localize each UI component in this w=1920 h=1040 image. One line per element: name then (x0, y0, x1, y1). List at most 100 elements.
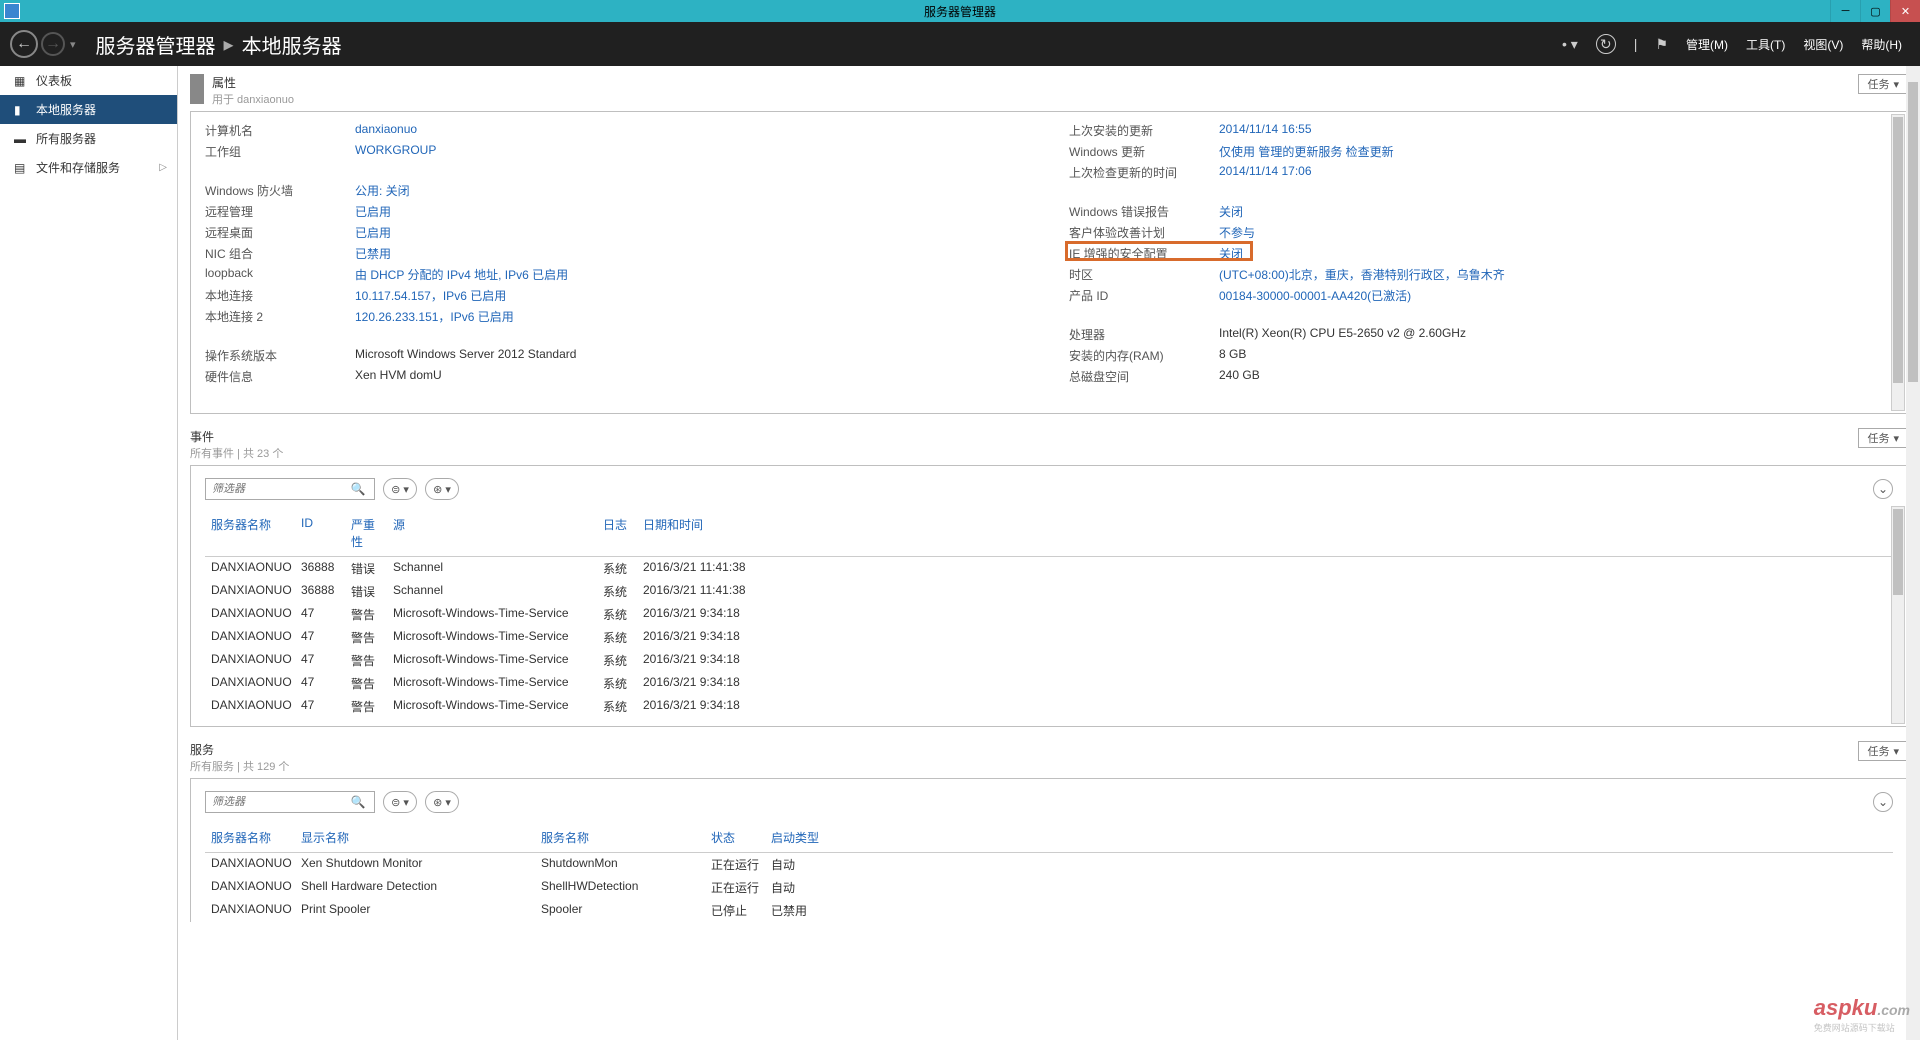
events-filter-field[interactable] (206, 483, 346, 495)
services-filter-save[interactable]: ⊛ ▾ (425, 791, 459, 813)
property-value[interactable]: 仅使用 管理的更新服务 检查更新 (1219, 143, 1394, 160)
property-row: 硬件信息Xen HVM domU (205, 366, 1029, 387)
property-value[interactable]: 2014/11/14 16:55 (1219, 122, 1312, 139)
events-tasks-button[interactable]: 任务 ▾ (1858, 428, 1908, 448)
event-row[interactable]: DANXIAONUO47警告Microsoft-Windows-Time-Ser… (205, 672, 1893, 695)
property-row: 工作组WORKGROUP (205, 141, 1029, 162)
header-dropdown-icon[interactable]: • ▾ (1562, 36, 1578, 53)
property-row: 时区(UTC+08:00)北京，重庆，香港特别行政区，乌鲁木齐 (1069, 264, 1893, 285)
properties-header: 属性 用于 danxiaonuo 任务 ▾ (190, 66, 1908, 111)
property-value[interactable]: 120.26.233.151，IPv6 已启用 (355, 308, 514, 325)
services-tasks-button[interactable]: 任务 ▾ (1858, 741, 1908, 761)
sidebar-item-label: 文件和存储服务 (36, 159, 120, 176)
refresh-icon[interactable]: ↻ (1596, 34, 1616, 54)
col-svcname[interactable]: 服务名称 (535, 827, 705, 848)
service-row[interactable]: DANXIAONUOPrint SpoolerSpooler已停止已禁用 (205, 899, 1893, 922)
main-scrollbar[interactable] (1906, 66, 1920, 1040)
close-button[interactable]: ✕ (1890, 0, 1920, 22)
property-value[interactable]: 00184-30000-00001-AA420(已激活) (1219, 287, 1411, 304)
property-value[interactable]: 已启用 (355, 203, 391, 220)
col-server[interactable]: 服务器名称 (205, 514, 295, 552)
events-filter-save[interactable]: ⊛ ▾ (425, 478, 459, 500)
search-icon[interactable]: 🔍 (346, 482, 370, 496)
events-scrollbar[interactable] (1891, 506, 1905, 724)
col-status[interactable]: 状态 (705, 827, 765, 848)
event-row[interactable]: DANXIAONUO47警告Microsoft-Windows-Time-Ser… (205, 695, 1893, 718)
property-row: Windows 错误报告关闭 (1069, 201, 1893, 222)
properties-scrollbar[interactable] (1891, 114, 1905, 411)
property-value[interactable]: 由 DHCP 分配的 IPv4 地址, IPv6 已启用 (355, 266, 568, 283)
services-filter-field[interactable] (206, 796, 346, 808)
col-display[interactable]: 显示名称 (295, 827, 535, 848)
col-severity[interactable]: 严重性 (345, 514, 387, 552)
property-label: 上次检查更新的时间 (1069, 164, 1219, 181)
main-content: 属性 用于 danxiaonuo 任务 ▾ 计算机名danxiaonuo工作组W… (178, 66, 1920, 1040)
events-collapse-button[interactable]: ⌄ (1873, 479, 1893, 499)
menu-manage[interactable]: 管理(M) (1686, 36, 1728, 53)
event-row[interactable]: DANXIAONUO36888错误Schannel系统2016/3/21 11:… (205, 557, 1893, 580)
property-value[interactable]: 已启用 (355, 224, 391, 241)
property-label: 安装的内存(RAM) (1069, 347, 1219, 364)
property-row: 计算机名danxiaonuo (205, 120, 1029, 141)
events-subtitle: 所有事件 | 共 23 个 (190, 445, 283, 461)
property-value[interactable]: WORKGROUP (355, 143, 436, 160)
services-collapse-button[interactable]: ⌄ (1873, 792, 1893, 812)
property-label: 时区 (1069, 266, 1219, 283)
col-log[interactable]: 日志 (597, 514, 637, 552)
event-row[interactable]: DANXIAONUO47警告Microsoft-Windows-Time-Ser… (205, 626, 1893, 649)
property-value[interactable]: 关闭 (1219, 203, 1243, 220)
property-label: 本地连接 (205, 287, 355, 304)
property-row: loopback由 DHCP 分配的 IPv4 地址, IPv6 已启用 (205, 264, 1029, 285)
maximize-button[interactable]: ▢ (1860, 0, 1890, 22)
property-value[interactable]: danxiaonuo (355, 122, 417, 139)
storage-icon: ▤ (14, 161, 28, 175)
menu-tools[interactable]: 工具(T) (1746, 36, 1785, 53)
nav-dropdown-icon[interactable]: ▾ (70, 38, 76, 51)
chevron-down-icon: ▾ (1893, 78, 1899, 91)
flag-icon[interactable]: ⚑ (1655, 36, 1668, 53)
sidebar-item-local-server[interactable]: ▮ 本地服务器 (0, 95, 177, 124)
menu-help[interactable]: 帮助(H) (1861, 36, 1902, 53)
sidebar-item-dashboard[interactable]: ▦ 仪表板 (0, 66, 177, 95)
col-datetime[interactable]: 日期和时间 (637, 514, 1893, 552)
sidebar-item-all-servers[interactable]: ▬ 所有服务器 (0, 124, 177, 153)
chevron-down-icon: ▾ (1893, 432, 1899, 445)
highlight-annotation (1065, 241, 1253, 261)
breadcrumb-app[interactable]: 服务器管理器 (96, 30, 216, 59)
event-row[interactable]: DANXIAONUO36888错误Schannel系统2016/3/21 11:… (205, 580, 1893, 603)
services-filter-options[interactable]: ⊜ ▾ (383, 791, 417, 813)
sidebar-item-label: 所有服务器 (36, 130, 96, 147)
col-source[interactable]: 源 (387, 514, 597, 552)
events-filter-input[interactable]: 🔍 (205, 478, 375, 500)
back-button[interactable]: ← (10, 30, 38, 58)
search-icon[interactable]: 🔍 (346, 795, 370, 809)
event-row[interactable]: DANXIAONUO47警告Microsoft-Windows-Time-Ser… (205, 603, 1893, 626)
service-row[interactable]: DANXIAONUOXen Shutdown MonitorShutdownMo… (205, 853, 1893, 876)
tasks-button[interactable]: 任务 ▾ (1858, 74, 1908, 94)
minimize-button[interactable]: ─ (1830, 0, 1860, 22)
events-filter-options[interactable]: ⊜ ▾ (383, 478, 417, 500)
services-filter-input[interactable]: 🔍 (205, 791, 375, 813)
property-value[interactable]: (UTC+08:00)北京，重庆，香港特别行政区，乌鲁木齐 (1219, 266, 1505, 283)
menu-view[interactable]: 视图(V) (1803, 36, 1843, 53)
col-server[interactable]: 服务器名称 (205, 827, 295, 848)
breadcrumb-page[interactable]: 本地服务器 (242, 30, 342, 59)
property-value[interactable]: 10.117.54.157，IPv6 已启用 (355, 287, 506, 304)
event-row[interactable]: DANXIAONUO47警告Microsoft-Windows-Time-Ser… (205, 649, 1893, 672)
property-row: 产品 ID00184-30000-00001-AA420(已激活) (1069, 285, 1893, 306)
col-id[interactable]: ID (295, 514, 345, 552)
property-value[interactable]: 公用: 关闭 (355, 182, 410, 199)
dashboard-icon: ▦ (14, 74, 28, 88)
property-label: 工作组 (205, 143, 355, 160)
sidebar-item-file-storage[interactable]: ▤ 文件和存储服务 ▷ (0, 153, 177, 182)
property-row: 远程桌面已启用 (205, 222, 1029, 243)
property-value[interactable]: 不参与 (1219, 224, 1255, 241)
property-value: Microsoft Windows Server 2012 Standard (355, 347, 576, 364)
property-value[interactable]: 已禁用 (355, 245, 391, 262)
section-bar-icon (190, 74, 204, 104)
property-label: 操作系统版本 (205, 347, 355, 364)
col-start[interactable]: 启动类型 (765, 827, 1893, 848)
property-value[interactable]: 2014/11/14 17:06 (1219, 164, 1312, 181)
forward-button[interactable]: → (41, 32, 65, 56)
service-row[interactable]: DANXIAONUOShell Hardware DetectionShellH… (205, 876, 1893, 899)
